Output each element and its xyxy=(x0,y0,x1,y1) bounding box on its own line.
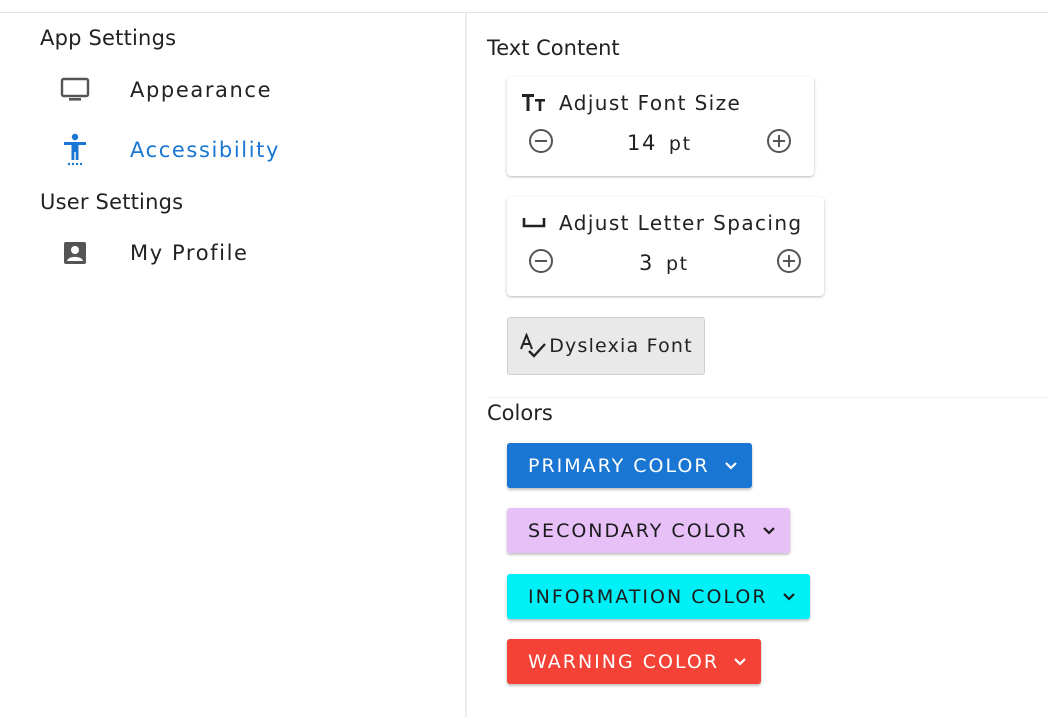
main-content: Text Content Adjust Font Size 14 pt Adju… xyxy=(467,13,1048,717)
letter-spacing-title: Adjust Letter Spacing xyxy=(521,211,803,235)
font-size-title: Adjust Font Size xyxy=(521,91,741,115)
decrease-letter-spacing-button[interactable] xyxy=(527,247,555,275)
plus-circle-icon xyxy=(777,249,801,273)
space-bar-icon xyxy=(521,211,547,235)
increase-font-size-button[interactable] xyxy=(765,127,793,155)
secondary-color-button[interactable]: SECONDARY COLOR xyxy=(507,508,790,553)
format-size-icon xyxy=(521,91,547,115)
font-size-card: Adjust Font Size 14 pt xyxy=(507,77,814,176)
letter-spacing-value: 3 pt xyxy=(639,251,689,275)
sidebar-item-label: Accessibility xyxy=(130,138,281,162)
monitor-icon xyxy=(60,75,90,105)
font-size-number: 14 xyxy=(627,131,657,155)
font-size-title-text: Adjust Font Size xyxy=(559,91,742,115)
accessibility-icon xyxy=(60,133,90,166)
letter-spacing-title-text: Adjust Letter Spacing xyxy=(559,211,803,235)
section-divider xyxy=(487,397,1048,398)
sidebar: App Settings Appearance Accessibility Us… xyxy=(0,13,465,717)
section-title-user-settings: User Settings xyxy=(40,190,184,214)
secondary-color-label: SECONDARY COLOR xyxy=(528,519,748,542)
chevron-down-icon xyxy=(782,590,796,604)
dyslexia-font-toggle[interactable]: Dyslexia Font xyxy=(507,317,705,375)
chevron-down-icon xyxy=(724,459,738,473)
sidebar-item-appearance[interactable]: Appearance xyxy=(40,64,440,116)
sidebar-item-label: Appearance xyxy=(130,78,273,102)
minus-circle-icon xyxy=(529,249,553,273)
section-title-app-settings: App Settings xyxy=(40,26,177,50)
dyslexia-font-label: Dyslexia Font xyxy=(549,335,693,357)
decrease-font-size-button[interactable] xyxy=(527,127,555,155)
font-size-value: 14 pt xyxy=(627,131,692,155)
information-color-label: INFORMATION COLOR xyxy=(528,585,768,608)
letter-spacing-number: 3 xyxy=(639,251,654,275)
font-size-unit: pt xyxy=(668,133,692,155)
account-box-icon xyxy=(60,238,90,268)
increase-letter-spacing-button[interactable] xyxy=(775,247,803,275)
warning-color-label: WARNING COLOR xyxy=(528,650,720,673)
chevron-down-icon xyxy=(762,524,776,538)
primary-color-label: PRIMARY COLOR xyxy=(528,454,710,477)
letter-spacing-unit: pt xyxy=(665,253,689,275)
sidebar-item-accessibility[interactable]: Accessibility xyxy=(40,124,440,176)
plus-circle-icon xyxy=(767,129,791,153)
sidebar-item-label: My Profile xyxy=(130,241,249,265)
sidebar-item-my-profile[interactable]: My Profile xyxy=(40,227,440,279)
spellcheck-icon xyxy=(519,333,547,359)
primary-color-button[interactable]: PRIMARY COLOR xyxy=(507,443,752,488)
colors-heading: Colors xyxy=(487,401,553,425)
warning-color-button[interactable]: WARNING COLOR xyxy=(507,639,762,684)
text-content-heading: Text Content xyxy=(487,36,620,60)
letter-spacing-card: Adjust Letter Spacing 3 pt xyxy=(507,197,824,296)
information-color-button[interactable]: INFORMATION COLOR xyxy=(507,574,810,619)
chevron-down-icon xyxy=(733,655,747,669)
minus-circle-icon xyxy=(529,129,553,153)
